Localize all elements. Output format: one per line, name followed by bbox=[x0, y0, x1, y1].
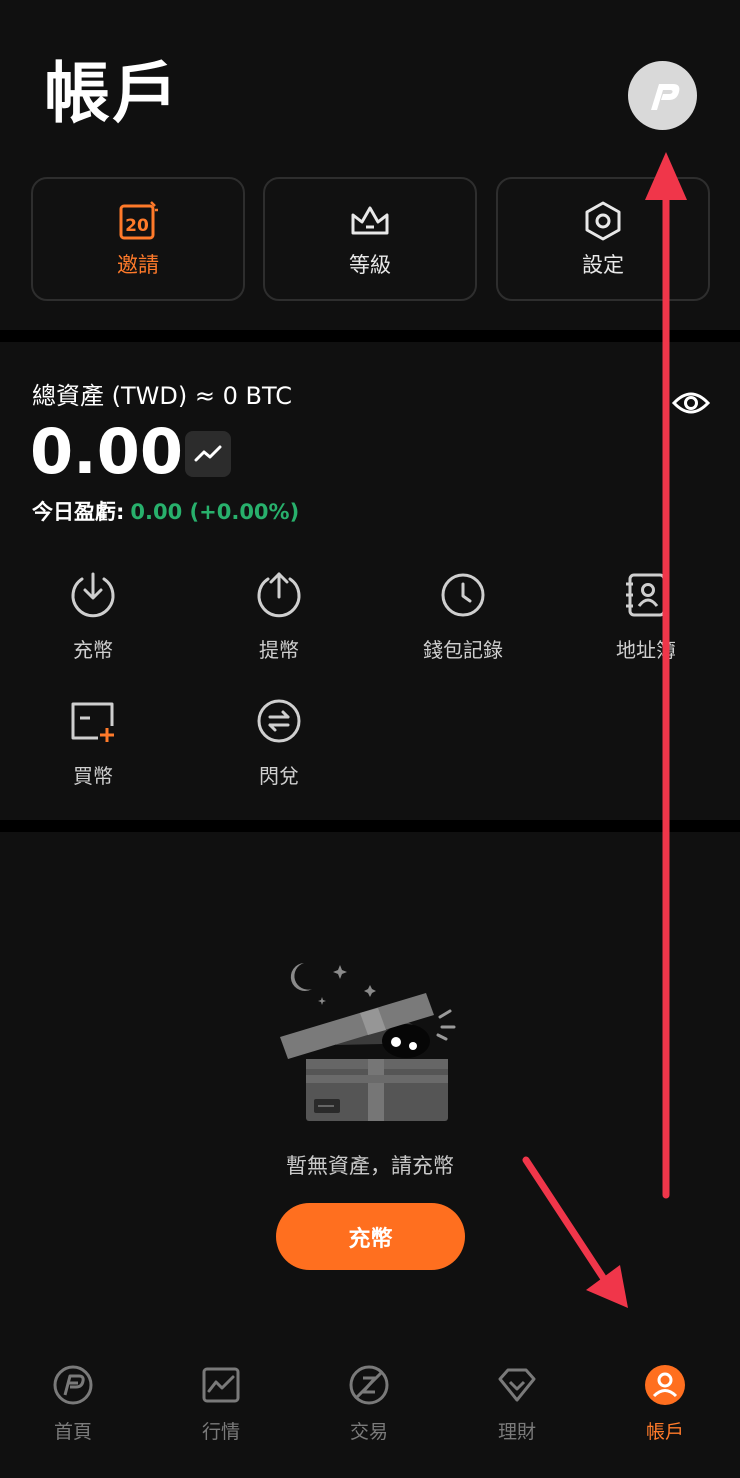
nav-item-home[interactable]: 首頁 bbox=[13, 1363, 133, 1444]
eye-icon[interactable] bbox=[672, 386, 710, 420]
svg-text:20: 20 bbox=[125, 216, 149, 236]
settings-card[interactable]: 設定 bbox=[496, 177, 710, 301]
trend-chart-button[interactable] bbox=[185, 431, 231, 477]
crown-icon bbox=[348, 199, 392, 243]
clock-icon bbox=[436, 568, 490, 622]
invite-card[interactable]: 20 邀請 bbox=[31, 177, 245, 301]
nav-item-trade[interactable]: 交易 bbox=[309, 1363, 429, 1444]
nav-label-home: 首頁 bbox=[53, 1421, 92, 1443]
nav-label-market: 行情 bbox=[201, 1421, 240, 1443]
wallet-history-action[interactable]: 錢包記錄 bbox=[388, 568, 538, 663]
deposit-action[interactable]: 充幣 bbox=[18, 568, 168, 663]
withdraw-action[interactable]: 提幣 bbox=[204, 568, 354, 663]
wallet-history-label: 錢包記錄 bbox=[423, 638, 503, 662]
invite-20-icon: 20 bbox=[116, 199, 160, 243]
section-divider bbox=[0, 820, 740, 832]
settings-label: 設定 bbox=[582, 253, 624, 277]
annotation-arrowhead-down bbox=[586, 1265, 628, 1308]
pnl-label: 今日盈虧: bbox=[32, 500, 125, 524]
diamond-icon bbox=[495, 1363, 539, 1407]
address-book-label: 地址簿 bbox=[616, 638, 676, 662]
trend-icon bbox=[194, 445, 222, 462]
invite-label: 邀請 bbox=[117, 253, 159, 277]
chart-icon bbox=[199, 1363, 243, 1407]
pnl-value: 0.00 (+0.00%) bbox=[130, 500, 300, 524]
page-title: 帳戶 bbox=[44, 55, 180, 132]
upload-circle-icon bbox=[252, 568, 306, 622]
swap-label: 閃兌 bbox=[259, 764, 299, 788]
withdraw-label: 提幣 bbox=[259, 638, 299, 662]
download-circle-icon bbox=[66, 568, 120, 622]
empty-state-message: 暫無資產，請充幣 bbox=[286, 1154, 454, 1178]
hexagon-settings-icon bbox=[581, 199, 625, 243]
balance-value: 0.00 bbox=[30, 415, 183, 488]
nav-item-market[interactable]: 行情 bbox=[161, 1363, 281, 1444]
nav-label-finance: 理財 bbox=[497, 1421, 536, 1443]
buy-crypto-action[interactable]: 買幣 bbox=[18, 694, 168, 789]
trade-icon bbox=[347, 1363, 391, 1407]
address-book-icon bbox=[619, 568, 673, 622]
avatar[interactable] bbox=[628, 61, 697, 130]
p-logo-icon bbox=[650, 83, 679, 110]
nav-item-account[interactable]: 帳戶 bbox=[605, 1363, 725, 1444]
level-label: 等級 bbox=[349, 253, 391, 277]
today-pnl: 今日盈虧: 0.00 (+0.00%) bbox=[32, 496, 299, 526]
nav-label-account: 帳戶 bbox=[645, 1421, 684, 1443]
account-screen: 帳戶 20 邀請 等級 設定 總資產 (TWD) ≈ 0 BTC 0.00 今日… bbox=[0, 0, 740, 1478]
swap-action[interactable]: 閃兌 bbox=[204, 694, 354, 789]
deposit-label: 充幣 bbox=[73, 638, 113, 662]
bottom-nav: 首頁 行情 交易 理財 帳戶 bbox=[0, 1345, 740, 1478]
nav-label-trade: 交易 bbox=[349, 1421, 388, 1443]
empty-box-illustration bbox=[268, 955, 468, 1125]
total-assets-label: 總資產 (TWD) ≈ 0 BTC bbox=[32, 382, 292, 410]
swap-icon bbox=[252, 694, 306, 748]
section-divider bbox=[0, 330, 740, 342]
card-plus-icon bbox=[66, 694, 120, 748]
address-book-action[interactable]: 地址簿 bbox=[571, 568, 721, 663]
account-icon bbox=[643, 1363, 687, 1407]
buy-crypto-label: 買幣 bbox=[73, 764, 113, 788]
nav-item-finance[interactable]: 理財 bbox=[457, 1363, 577, 1444]
home-logo-icon bbox=[51, 1363, 95, 1407]
deposit-button[interactable]: 充幣 bbox=[276, 1203, 465, 1270]
level-card[interactable]: 等級 bbox=[263, 177, 477, 301]
